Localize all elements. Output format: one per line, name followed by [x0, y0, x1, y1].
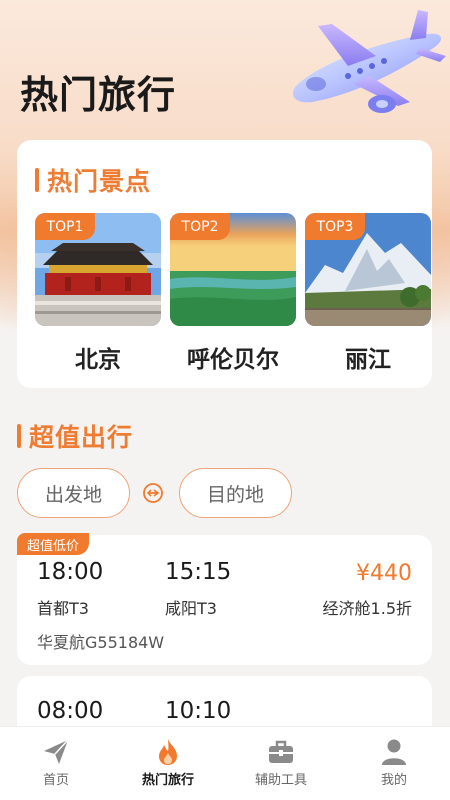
spot-name: 北京 — [75, 347, 121, 373]
arrive-airport: 咸阳T3 — [165, 599, 217, 618]
spot-name: 呼伦贝尔 — [187, 347, 279, 373]
tab-label: 首页 — [42, 773, 69, 788]
flight-card[interactable]: 超值低价 18:00 首都T3 15:15 咸阳T3 ¥440 经济舱1.5折 … — [17, 533, 432, 665]
rank-badge: TOP2 — [170, 213, 230, 240]
tab-label: 辅助工具 — [254, 773, 307, 788]
spot-card-beijing[interactable]: TOP1 北京 — [35, 213, 161, 374]
depart-time: 18:00 — [37, 559, 104, 585]
rank-badge: TOP1 — [35, 213, 95, 240]
tab-home[interactable]: 首页 — [0, 727, 112, 800]
briefcase-icon — [269, 740, 293, 763]
bottom-tab-bar: 首页 热门旅行 辅助工具 我的 — [0, 726, 450, 800]
cabin-discount: 经济舱1.5折 — [322, 599, 412, 618]
route-filters: 出发地 目的地 — [17, 468, 432, 518]
tab-label: 热门旅行 — [141, 773, 194, 788]
flame-icon — [159, 739, 177, 765]
tab-mine[interactable]: 我的 — [338, 727, 450, 800]
hot-spots-list: TOP1 北京 TOP2 呼伦贝尔 TOP3 丽江 — [35, 213, 431, 373]
tab-hot-travel[interactable]: 热门旅行 — [112, 727, 224, 800]
grassland-sunset-photo: TOP2 — [170, 213, 296, 326]
tab-tools[interactable]: 辅助工具 — [225, 727, 337, 800]
section-accent-bar — [17, 424, 21, 448]
tab-label: 我的 — [380, 773, 407, 788]
section-accent-bar — [35, 168, 39, 192]
spot-name: 丽江 — [345, 347, 391, 373]
swap-route-icon[interactable] — [141, 481, 165, 505]
rank-badge: TOP3 — [305, 213, 365, 240]
deal-badge: 超值低价 — [17, 533, 90, 555]
deals-title: 超值出行 — [29, 423, 134, 452]
user-icon — [382, 739, 406, 765]
depart-time: 08:00 — [37, 698, 104, 724]
flight-number: 华夏航G55184W — [37, 633, 165, 652]
spot-card-lijiang[interactable]: TOP3 丽江 — [305, 213, 431, 374]
airplane-illustration — [292, 10, 446, 113]
spot-card-hulunbuir[interactable]: TOP2 呼伦贝尔 — [170, 213, 296, 374]
page-title: 热门旅行 — [20, 73, 177, 117]
depart-airport: 首都T3 — [37, 599, 89, 618]
ticket-price: ¥440 — [356, 561, 412, 586]
hot-spots-title: 热门景点 — [47, 167, 152, 196]
destination-picker[interactable]: 目的地 — [179, 468, 292, 518]
snow-mountain-photo: TOP3 — [305, 213, 431, 326]
deals-header: 超值出行 — [17, 418, 133, 454]
arrive-time: 15:15 — [165, 559, 232, 585]
forbidden-city-photo: TOP1 — [35, 213, 161, 326]
paper-plane-icon — [44, 739, 69, 764]
hot-spots-card: 热门景点 TOP1 北京 TOP2 呼伦贝尔 TOP3 丽江 — [17, 140, 432, 388]
arrive-time: 10:10 — [165, 698, 232, 724]
departure-picker[interactable]: 出发地 — [17, 468, 130, 518]
hot-spots-header: 热门景点 — [35, 162, 151, 198]
